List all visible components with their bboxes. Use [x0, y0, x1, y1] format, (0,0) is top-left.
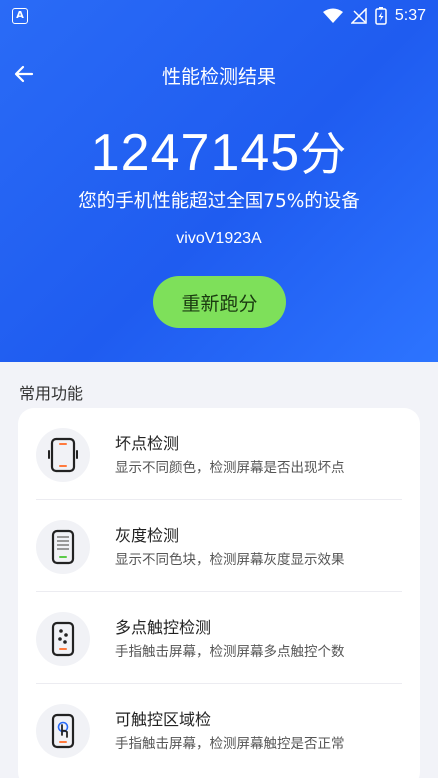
no-signal-icon [350, 8, 367, 24]
device-model: vivoV1923A [176, 230, 262, 247]
score-display: 1247145分 [0, 118, 438, 184]
app-notification-icon: A [12, 8, 28, 24]
status-time: 5:37 [394, 7, 426, 24]
multitouch-phone-icon [36, 612, 90, 666]
feature-description: 显示不同色块，检测屏幕灰度显示效果 [115, 552, 345, 568]
touch-area-phone-icon [36, 704, 90, 758]
grayscale-phone-icon [36, 520, 90, 574]
feature-description: 显示不同颜色，检测屏幕是否出现坏点 [115, 460, 345, 476]
feature-title: 多点触控检测 [115, 618, 212, 637]
feature-title: 坏点检测 [115, 434, 180, 453]
feature-description: 手指触击屏幕，检测屏幕多点触控个数 [115, 644, 345, 660]
feature-multitouch[interactable]: 多点触控检测 手指触击屏幕，检测屏幕多点触控个数 [36, 592, 402, 684]
feature-list-card: 坏点检测 显示不同颜色，检测屏幕是否出现坏点 灰度检测 显示不同色块，检测屏幕灰… [18, 408, 420, 778]
section-title: 常用功能 [19, 384, 84, 403]
score-unit: 分 [300, 127, 348, 181]
wifi-icon [322, 8, 343, 23]
battery-charging-icon [375, 7, 387, 25]
feature-dead-pixel[interactable]: 坏点检测 显示不同颜色，检测屏幕是否出现坏点 [36, 408, 402, 500]
feature-description: 手指触击屏幕，检测屏幕触控是否正常 [115, 736, 345, 752]
page-title: 性能检测结果 [161, 66, 276, 88]
feature-title: 可触控区域检 [115, 710, 212, 729]
feature-grayscale[interactable]: 灰度检测 显示不同色块，检测屏幕灰度显示效果 [36, 500, 402, 592]
rerun-benchmark-button[interactable]: 重新跑分 [153, 276, 286, 328]
score-summary: 您的手机性能超过全国75%的设备 [78, 191, 360, 212]
score-value: 1247145 [90, 124, 301, 182]
feature-touch-area[interactable]: 可触控区域检 手指触击屏幕，检测屏幕触控是否正常 [36, 684, 402, 776]
status-bar: A 5:37 [0, 0, 438, 32]
result-header: A 5:37 性能检测结果 1247145分 您的手机性能超过全国75%的设备 … [0, 0, 438, 362]
feature-title: 灰度检测 [115, 526, 180, 545]
dead-pixel-phone-icon [36, 428, 90, 482]
